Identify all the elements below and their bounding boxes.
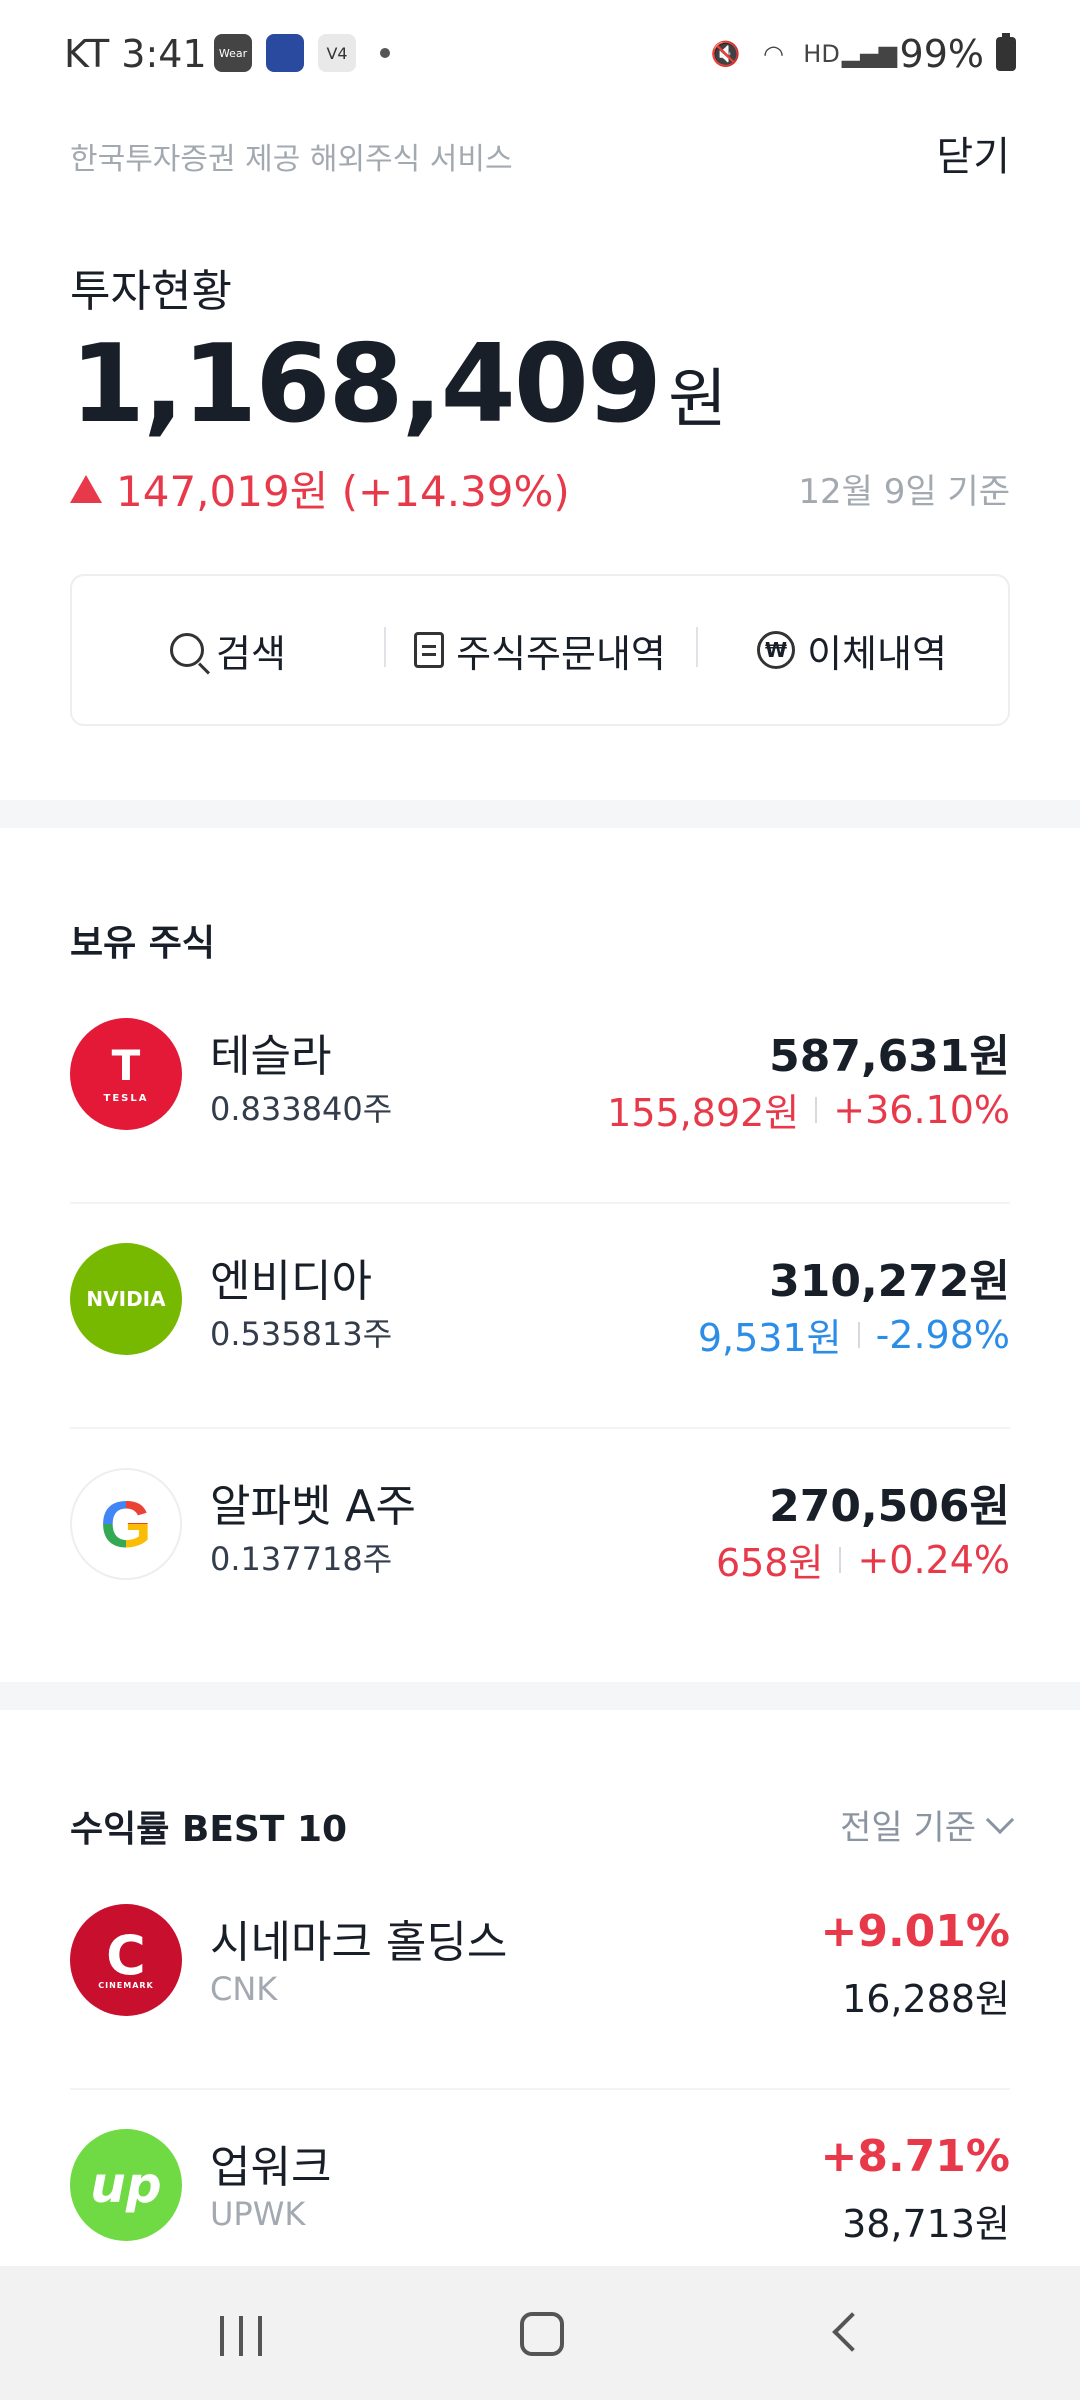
hd-icon: HD (803, 40, 840, 68)
row-divider (70, 1202, 1010, 1204)
stock-shares: 0.833840주 (210, 1090, 393, 1128)
stock-ticker: UPWK (210, 2195, 306, 2233)
system-icons: 🔇 ◠ HD ▂▄▆ 99% (708, 32, 1016, 76)
tesla-logo-text: TESLA (103, 1092, 149, 1104)
stock-value: 310,272원 (769, 1256, 1010, 1307)
tesla-logo-icon: T TESLA (70, 1018, 182, 1130)
close-button[interactable]: 닫기 (936, 124, 1010, 182)
total-change: 147,019원 (+14.39%) (70, 458, 570, 519)
back-icon[interactable] (832, 2312, 872, 2352)
best-title: 수익률 BEST 10 (70, 1809, 348, 1850)
stock-rate: +8.71% (820, 2131, 1010, 2182)
battery-percent: 99% (899, 32, 984, 76)
search-button[interactable]: 검색 (72, 623, 384, 678)
status-carrier-time: KT 3:41 (64, 32, 207, 76)
holding-row-tesla[interactable]: T TESLA 테슬라 0.833840주 587,631원 155,892원 … (70, 980, 1010, 1204)
row-divider (70, 1427, 1010, 1429)
stock-price: 38,713원 (842, 2202, 1010, 2246)
google-logo-mark: G (100, 1487, 152, 1561)
cinemark-logo-mark: C (106, 1923, 146, 1987)
stock-ticker: CNK (210, 1970, 278, 2008)
order-history-label: 주식주문내역 (456, 631, 666, 676)
more-notifications-icon (380, 48, 390, 58)
separator (815, 1096, 818, 1123)
section-divider (0, 1682, 1080, 1710)
best-filter-dropdown[interactable]: 전일 기준 (840, 1800, 1015, 1849)
total-amount: 1,168,409 원 (70, 322, 727, 447)
stock-name: 알파벳 A주 (210, 1481, 417, 1532)
tesla-logo-mark: T (111, 1040, 141, 1090)
won-icon: ₩ (757, 631, 796, 669)
holding-row-alphabet[interactable]: G 알파벳 A주 0.137718주 270,506원 658원 +0.24% (70, 1430, 1010, 1654)
home-icon[interactable] (520, 2312, 564, 2356)
transfer-history-label: 이체내역 (807, 631, 947, 676)
holding-row-nvidia[interactable]: NVIDIA 엔비디아 0.535813주 310,272원 9,531원 -2… (70, 1205, 1010, 1429)
total-amount-unit: 원 (668, 363, 727, 437)
system-nav-bar (0, 2266, 1080, 2400)
wifi-icon: ◠ (763, 40, 784, 68)
profit-rate: -2.98% (875, 1312, 1010, 1357)
separator (857, 1321, 860, 1348)
profit-amount: 658원 (715, 1541, 824, 1585)
investment-title: 투자현황 (70, 266, 232, 317)
google-logo-icon: G (70, 1468, 182, 1580)
row-divider (70, 2088, 1010, 2090)
stock-rate: +9.01% (820, 1906, 1010, 1957)
stock-name: 테슬라 (210, 1031, 332, 1082)
stock-name: 업워크 (210, 2142, 332, 2193)
transfer-history-button[interactable]: ₩ 이체내역 (696, 623, 1008, 678)
status-bar: KT 3:41 Wear V4 🔇 ◠ HD ▂▄▆ 99% (0, 0, 1080, 110)
section-divider (0, 800, 1080, 828)
nvidia-logo-icon: NVIDIA (70, 1243, 182, 1355)
separator (839, 1546, 842, 1573)
order-history-button[interactable]: 주식주문내역 (384, 623, 696, 678)
notification-icons: Wear V4 (214, 34, 390, 72)
total-amount-value: 1,168,409 (70, 322, 662, 447)
triangle-up-icon (70, 474, 102, 503)
best-row-cinemark[interactable]: C CINEMARK 시네마크 홀딩스 CNK +9.01% 16,288원 (70, 1866, 1010, 2090)
battery-icon (996, 33, 1016, 71)
signal-icon: ▂▄▆ (841, 40, 898, 68)
stock-value: 270,506원 (769, 1481, 1010, 1532)
profit-rate: +36.10% (833, 1087, 1010, 1132)
as-of-date: 12월 9일 기준 (798, 472, 1010, 512)
stock-shares: 0.137718주 (210, 1540, 393, 1578)
carrier: KT (64, 32, 110, 76)
v4-app-icon: V4 (318, 34, 356, 72)
app-screen: KT 3:41 Wear V4 🔇 ◠ HD ▂▄▆ 99% 한국투자증권 제공… (0, 0, 1080, 2400)
recent-apps-icon[interactable] (220, 2316, 262, 2356)
cinemark-logo-text: CINEMARK (98, 1980, 154, 1990)
wear-app-icon: Wear (214, 34, 252, 72)
stock-profit: 9,531원 -2.98% (698, 1307, 1010, 1362)
profit-amount: 155,892원 (607, 1091, 800, 1135)
profit-rate: +0.24% (857, 1537, 1010, 1582)
search-icon (170, 633, 205, 667)
total-change-value: 147,019원 (+14.39%) (116, 467, 570, 516)
mute-icon: 🔇 (710, 40, 741, 68)
holdings-title: 보유 주식 (70, 923, 216, 964)
stock-price: 16,288원 (842, 1977, 1010, 2021)
upwork-logo-mark: up (90, 2156, 162, 2214)
stock-shares: 0.535813주 (210, 1315, 393, 1353)
bank-app-icon (266, 34, 304, 72)
best-row-upwork[interactable]: up 업워크 UPWK +8.71% 38,713원 (70, 2091, 1010, 2266)
provider-label: 한국투자증권 제공 해외주식 서비스 (70, 142, 513, 177)
cinemark-logo-icon: C CINEMARK (70, 1904, 182, 2016)
stock-profit: 658원 +0.24% (716, 1532, 1010, 1587)
search-label: 검색 (216, 631, 286, 676)
nvidia-logo-text: NVIDIA (86, 1287, 166, 1311)
stock-profit: 155,892원 +36.10% (607, 1082, 1010, 1137)
chevron-down-icon (985, 1805, 1015, 1834)
stock-name: 엔비디아 (210, 1256, 372, 1307)
stock-value: 587,631원 (769, 1031, 1010, 1082)
best-filter-label: 전일 기준 (840, 1808, 976, 1848)
action-bar: 검색 주식주문내역 ₩ 이체내역 (70, 574, 1010, 726)
document-icon (414, 632, 445, 668)
upwork-logo-icon: up (70, 2129, 182, 2241)
time: 3:41 (121, 32, 207, 76)
stock-name: 시네마크 홀딩스 (210, 1917, 508, 1968)
profit-amount: 9,531원 (697, 1316, 842, 1360)
